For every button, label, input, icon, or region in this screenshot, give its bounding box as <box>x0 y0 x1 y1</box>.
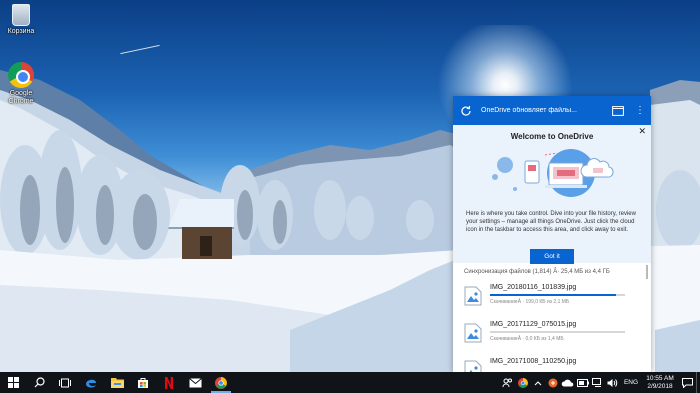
start-button[interactable] <box>0 372 26 393</box>
store-icon <box>138 377 148 388</box>
clock-date: 2/9/2018 <box>647 382 673 390</box>
image-file-icon <box>464 323 482 343</box>
close-welcome-button[interactable]: ✕ <box>638 126 646 137</box>
tray-battery-button[interactable] <box>575 372 590 393</box>
chrome-icon <box>517 377 528 388</box>
show-hidden-icons-button[interactable] <box>530 372 545 393</box>
file-download-detail: СкачиваниеÂ · 199,0 КБ из 2,1 МБ <box>490 299 570 305</box>
image-file-icon <box>464 360 482 372</box>
sync-status-text: Синхронизация файлов (1,814) Â· 25,4 МБ … <box>464 269 610 275</box>
volume-icon <box>607 378 618 387</box>
file-download-detail: СкачиваниеÂ · 0,0 КБ из 1,4 МБ <box>490 336 564 342</box>
file-list: IMG_20180116_101839.jpg СкачиваниеÂ · 19… <box>453 265 651 372</box>
system-tray: ENG 10:55 AM 2/9/2018 <box>500 372 700 393</box>
cabin-door <box>200 236 212 256</box>
app-icon <box>548 378 557 387</box>
onedrive-flyout: OneDrive обновляет файлы... ⋮ ✕ Welcome … <box>453 96 651 372</box>
list-item[interactable]: IMG_20180116_101839.jpg СкачиваниеÂ · 19… <box>453 279 651 316</box>
welcome-panel: ✕ Welcome to OneDrive Here is where you … <box>453 125 651 264</box>
contrail <box>120 44 160 55</box>
taskbar-edge[interactable] <box>78 372 104 393</box>
network-icon <box>592 378 601 387</box>
open-folder-button[interactable] <box>611 104 625 118</box>
tray-network-button[interactable] <box>590 372 605 393</box>
download-progress-bar <box>490 294 625 296</box>
tray-orange-app-button[interactable] <box>545 372 560 393</box>
search-button[interactable] <box>26 372 52 393</box>
people-icon <box>502 378 512 388</box>
battery-icon <box>576 378 589 387</box>
desktop-icon-label: Корзина <box>7 28 35 35</box>
list-item[interactable]: IMG_20171008_110250.jpg <box>453 353 651 372</box>
sync-icon <box>459 104 473 118</box>
taskbar-store[interactable] <box>130 372 156 393</box>
scrollbar[interactable] <box>646 265 648 279</box>
desktop-icon-recycle-bin[interactable]: Корзина <box>0 2 43 36</box>
start-icon <box>7 377 19 388</box>
recycle-bin-icon <box>12 4 30 26</box>
got-it-button[interactable]: Got it <box>530 249 574 264</box>
taskbar: ENG 10:55 AM 2/9/2018 <box>0 372 700 393</box>
more-options-button[interactable]: ⋮ <box>635 105 645 116</box>
download-progress-bar <box>490 331 625 333</box>
taskbar-mail[interactable] <box>182 372 208 393</box>
mail-icon <box>188 377 202 387</box>
welcome-illustration-icon <box>492 149 614 197</box>
show-desktop-button[interactable] <box>696 372 700 393</box>
tray-onedrive-button[interactable] <box>560 372 575 393</box>
desktop-icon-chrome[interactable]: Google Chrome <box>0 62 43 106</box>
task-view-button[interactable] <box>52 372 78 393</box>
file-name: IMG_20180116_101839.jpg <box>490 284 577 291</box>
desktop-icon-label: Google Chrome <box>8 90 34 105</box>
clock-button[interactable]: 10:55 AM 2/9/2018 <box>642 375 678 391</box>
file-name: IMG_20171129_075015.jpg <box>490 321 577 328</box>
welcome-text: Here is where you take control. Dive int… <box>466 211 636 233</box>
download-progress-fill <box>490 294 616 296</box>
tray-chrome-button[interactable] <box>515 372 530 393</box>
welcome-title: Welcome to OneDrive <box>510 132 594 141</box>
task-view-icon <box>59 378 71 387</box>
tray-person-button[interactable] <box>500 372 515 393</box>
clock-time: 10:55 AM <box>646 374 674 382</box>
file-explorer-icon <box>110 378 124 388</box>
cloud-icon <box>561 379 574 387</box>
file-name: IMG_20171008_110250.jpg <box>490 358 577 365</box>
onedrive-status-title: OneDrive обновляет файлы... <box>481 107 577 114</box>
image-file-icon <box>464 286 482 306</box>
tray-volume-button[interactable] <box>605 372 620 393</box>
list-item[interactable]: IMG_20171129_075015.jpg СкачиваниеÂ · 0,… <box>453 316 651 353</box>
onedrive-header: OneDrive обновляет файлы... ⋮ <box>453 96 651 125</box>
notification-icon <box>681 377 693 388</box>
taskbar-netflix[interactable] <box>156 372 182 393</box>
taskbar-file-explorer[interactable] <box>104 372 130 393</box>
search-icon <box>34 377 45 388</box>
chevron-up-icon <box>534 380 541 385</box>
chrome-icon <box>8 62 34 88</box>
action-center-button[interactable] <box>678 372 696 393</box>
input-language-button[interactable]: ENG <box>620 379 642 386</box>
folder-icon <box>612 106 624 116</box>
netflix-icon <box>165 376 173 389</box>
chrome-icon <box>215 376 227 389</box>
taskbar-chrome[interactable] <box>208 372 234 393</box>
edge-icon <box>86 379 96 388</box>
